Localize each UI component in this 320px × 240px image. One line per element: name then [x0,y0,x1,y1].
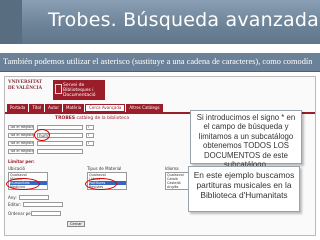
tab-autor[interactable]: Autor [45,104,62,112]
slide-title: Trobes. Búsqueda avanzada [48,9,319,31]
sort-select[interactable] [31,211,61,216]
limit-label: Limitar per: [8,159,35,164]
library-logo-icon [55,84,62,94]
publisher-label: Editor: [8,202,22,207]
breadcrumb: TROBES catàleg de la biblioteca [55,116,129,121]
operator-select-3[interactable]: i [86,141,94,146]
university-logo: VNIVERSITAT DE VALÈNCIA [8,80,43,91]
callout-asterisk-tip: Si introducimos el signo * en el campo d… [190,110,302,169]
sort-label: Ordenar per: [8,211,34,216]
highlight-circle-material [85,178,117,190]
header-accent [0,0,22,44]
breadcrumb-text: catàleg de la biblioteca [76,116,130,121]
language-list[interactable]: Qualsevol Català Castellà Anglès [165,172,189,190]
library-banner: Servei de Biblioteques i Documentació [53,80,105,100]
tab-altres-catalegs[interactable]: Altres Catàlegs [126,104,163,112]
catalog-tabs: Portada Títol Autor Matèria Cerca Avança… [7,104,163,112]
location-label: Ubicació [8,166,25,171]
search-input-4[interactable] [37,149,83,154]
callout-example: En este ejemplo buscamos partituras musi… [188,166,300,212]
search-input-3[interactable] [37,141,83,146]
field-select-2[interactable]: Tot el Registre [8,133,34,138]
library-banner-text: Servei de Biblioteques i Documentació [63,83,96,98]
material-type-label: Tipus de Material [87,166,122,171]
tab-materia[interactable]: Matèria [63,104,85,112]
field-select-4[interactable]: Tot el Registre [8,149,34,154]
year-label: Any: [8,195,17,200]
slide-subtitle: También podemos utilizar el asterisco (s… [0,52,320,72]
highlight-circle-search [34,129,50,141]
language-label: Idioma [165,166,179,171]
highlight-circle-location [6,178,40,190]
language-option[interactable]: Anglès [167,185,188,189]
year-input[interactable] [19,195,49,200]
breadcrumb-label: TROBES [55,116,76,121]
slide-header: Trobes. Búsqueda avanzada [0,0,320,44]
field-select-1[interactable]: Tot el Registre [8,125,34,130]
tab-cerca-avancada[interactable]: Cerca Avançada [85,104,126,112]
search-button[interactable]: Cercar [67,221,85,227]
operator-select-1[interactable]: i [86,125,94,130]
tab-portada[interactable]: Portada [7,104,29,112]
operator-select-2[interactable]: i [86,133,94,138]
field-select-3[interactable]: Tot el Registre [8,141,34,146]
tab-titol[interactable]: Títol [29,104,45,112]
publisher-input[interactable] [23,202,63,207]
